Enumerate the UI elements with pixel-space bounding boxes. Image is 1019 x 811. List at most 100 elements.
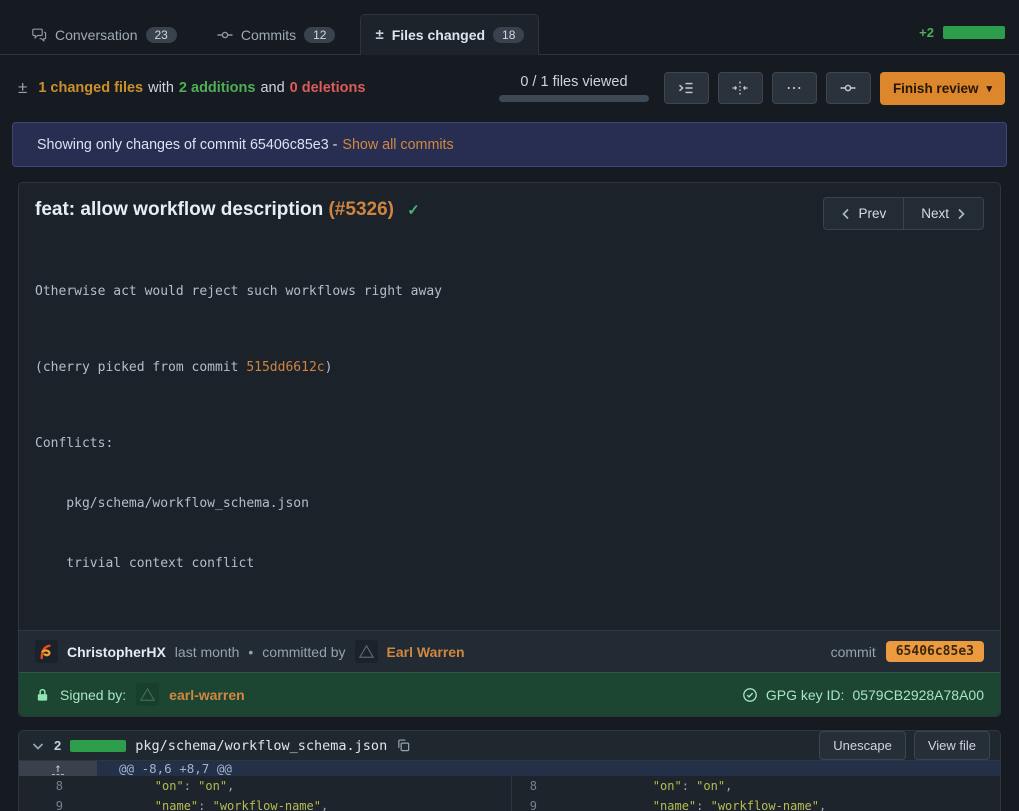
file-diff-icon: ± [18,78,27,98]
commit-label: commit [831,644,876,660]
files-viewed-progress: 0 / 1 files viewed [499,74,649,102]
commit-title: feat: allow workflow description (#5326)… [35,197,420,224]
signer-name-link[interactable]: earl-warren [169,687,244,703]
hunk-header-text: @@ -8,6 +8,7 @@ [97,761,1000,776]
files-viewed-label: 0 / 1 files viewed [499,74,649,90]
commit-message-line: Conflicts: [35,434,984,454]
author-avatar[interactable] [35,640,58,663]
commit-filter-banner: Showing only changes of commit 65406c85e… [12,122,1007,167]
prev-commit-button[interactable]: Prev [823,197,903,230]
commit-message-line: pkg/schema/workflow_schema.json [35,494,984,514]
unescape-button[interactable]: Unescape [819,731,906,760]
pr-tab-bar: Conversation 23 Commits 12 ± Files chang… [0,0,1019,55]
committed-by-text: committed by [262,644,345,660]
diffstat-bar [943,26,1005,39]
verified-badge-icon [742,687,758,703]
committer-name-link[interactable]: Earl Warren [387,644,465,660]
commit-meta-row: ChristopherHX last month • committed by … [19,630,1000,672]
ci-success-icon[interactable]: ✓ [407,202,420,219]
cherry-pick-hash-link[interactable]: 515dd6612c [246,360,324,375]
line-number-new[interactable]: 8 [511,776,575,796]
line-number-new[interactable]: 9 [511,796,575,811]
change-summary: ± 1 changed files with 2 additions and 0… [18,78,365,98]
gpg-key-label: GPG key ID: [766,687,845,703]
comment-discussion-icon [31,27,47,43]
commit-message-line: (cherry picked from commit 515dd6612c) [35,358,984,378]
prev-label: Prev [858,206,886,221]
diff-sign [575,776,595,796]
commit-panel: feat: allow workflow description (#5326)… [18,182,1001,717]
tab-conversation[interactable]: Conversation 23 [16,15,192,54]
commit-nav-group: Prev Next [823,197,984,230]
file-tree-icon [677,80,695,96]
commit-hash-badge[interactable]: 65406c85e3 [886,641,984,662]
finish-review-button[interactable]: Finish review ▾ [880,72,1005,105]
line-number-old[interactable]: 8 [19,776,97,796]
tab-label: Conversation [55,27,138,43]
more-options-button[interactable]: ⋯ [772,72,817,104]
committer-avatar[interactable] [355,640,378,663]
commit-message-line: Otherwise act would reject such workflow… [35,282,984,302]
files-viewed-bar [499,95,649,102]
code-line-new: "name": "workflow-name", [595,796,1000,811]
dot-separator: • [248,644,253,660]
banner-text: Showing only changes of commit 65406c85e… [37,137,337,153]
line-number-old[interactable]: 9 [19,796,97,811]
commit-select-button[interactable] [826,72,871,104]
chevron-right-icon [957,208,966,220]
diff-row: 9 "name": "workflow-name",9 "name": "wor… [19,796,1000,811]
gpg-key-id: 0579CB2928A78A00 [852,687,984,703]
split-view-icon [731,80,749,96]
commit-icon [839,80,857,96]
diff-toolbar: ± 1 changed files with 2 additions and 0… [0,68,1019,108]
conversation-count-badge: 23 [146,27,177,43]
commit-message-line: trivial context conflict [35,554,984,574]
changed-files-text: 1 changed files [38,80,143,96]
next-label: Next [921,206,949,221]
show-all-commits-link[interactable]: Show all commits [342,137,453,153]
issue-ref-link[interactable]: (#5326) [328,199,394,220]
ellipsis-icon: ⋯ [786,78,803,98]
and-text: and [260,80,284,96]
diff-sign [575,796,595,811]
code-line-old: "on": "on", [97,776,511,796]
diffstat-summary: +2 [919,25,1005,54]
file-diffstat-bar [70,740,126,752]
commit-message: Otherwise act would reject such workflow… [19,234,1000,630]
next-commit-button[interactable]: Next [903,197,984,230]
diffstat-added-label: +2 [919,25,934,40]
caret-down-icon: ▾ [986,82,992,95]
signed-commit-row: Signed by: earl-warren GPG key ID: 0579C… [19,672,1000,716]
lock-icon [35,687,50,703]
view-file-button[interactable]: View file [914,731,990,760]
code-line-old: "name": "workflow-name", [97,796,511,811]
deletions-text: 0 deletions [290,80,366,96]
author-name-link[interactable]: ChristopherHX [67,644,166,660]
commits-count-badge: 12 [304,27,335,43]
copy-path-icon[interactable] [396,738,411,753]
commit-title-text: feat: allow workflow description [35,199,323,220]
files-changed-count-badge: 18 [493,27,524,43]
file-tree-toggle-button[interactable] [664,72,709,104]
with-text: with [148,80,174,96]
signed-by-label: Signed by: [60,687,126,703]
collapse-file-icon[interactable] [31,740,45,752]
code-line-new: "on": "on", [595,776,1000,796]
chevron-left-icon [841,208,850,220]
additions-text: 2 additions [179,80,256,96]
signer-avatar[interactable] [136,683,159,706]
diff-row: 8 "on": "on",8 "on": "on", [19,776,1000,796]
tab-commits[interactable]: Commits 12 [202,15,351,54]
file-diff-icon: ± [375,26,383,43]
expand-hunk-button[interactable]: ↑ [19,761,97,776]
tab-files-changed[interactable]: ± Files changed 18 [360,14,539,55]
commit-date: last month [175,644,240,660]
hunk-header-row: ↑ @@ -8,6 +8,7 @@ [19,761,1000,776]
commit-icon [217,27,233,43]
diff-rows: 8 "on": "on",8 "on": "on",9 "name": "wor… [19,776,1000,811]
expand-up-icon: ↑ [52,762,63,775]
tab-label: Commits [241,27,296,43]
finish-review-label: Finish review [893,81,979,96]
file-change-count: 2 [54,738,61,753]
split-view-toggle-button[interactable] [718,72,763,104]
